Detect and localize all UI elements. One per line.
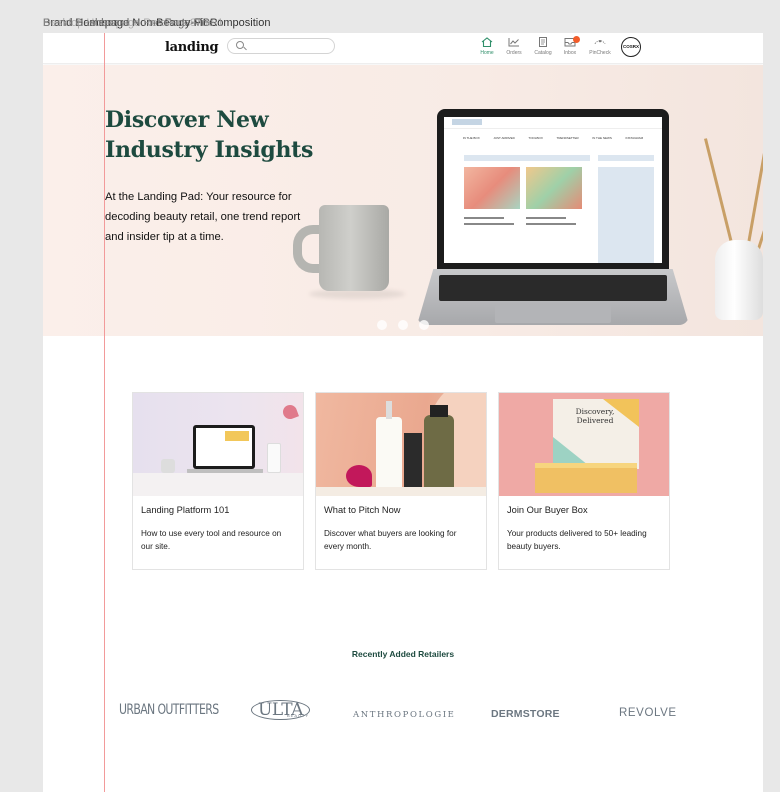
laptop-image: IN THE BOX JUST ARRIVED TOOLBOX TRENDSET… (417, 109, 689, 329)
nav-label-inbox: Inbox (563, 50, 577, 56)
search-input[interactable] (227, 38, 335, 54)
retailer-logo-revolve[interactable]: REVOLVE (619, 707, 677, 719)
card-title: Landing Platform 101 (141, 505, 230, 515)
retailer-logo-anthropologie[interactable]: ANTHROPOLOGIE (353, 710, 455, 720)
landing-logo[interactable]: landing (165, 40, 219, 55)
card-image: Discovery, Delivered (499, 393, 669, 496)
card-description: Discover what buyers are looking for eve… (324, 529, 457, 551)
nav-item-inbox[interactable]: Inbox (555, 36, 585, 56)
retailer-logo-dermstore[interactable]: DERMSTORE (491, 708, 560, 720)
frame-label-3[interactable]: Desktop Homepage Retailers Slide 1 (43, 17, 223, 29)
nav-item-orders[interactable]: Orders (499, 37, 529, 56)
hero-title: Discover New Industry Insights (105, 107, 314, 163)
card-join-our-buyer-box[interactable]: Discovery, Delivered Join Our Buyer Box … (498, 392, 670, 570)
nav-item-catalog[interactable]: Catalog (528, 37, 558, 56)
nav-item-pincheck[interactable]: PinCheck (585, 37, 615, 56)
catalog-icon (539, 37, 547, 47)
hero-subtitle: At the Landing Pad: Your resource for de… (105, 191, 301, 243)
nav-item-home[interactable]: Home (472, 37, 502, 56)
avatar[interactable]: COSRX (621, 37, 641, 57)
card-title: Join Our Buyer Box (507, 505, 588, 515)
mug-image (293, 205, 405, 301)
top-nav: landing Home Orders Catalog Inbox PinChe… (43, 33, 763, 64)
laptop-screen-nav: IN THE BOX JUST ARRIVED TOOLBOX TRENDSET… (462, 136, 644, 140)
search-icon (236, 41, 244, 49)
box-text: Discovery, Delivered (575, 407, 615, 425)
pincheck-icon (594, 39, 606, 45)
card-description: Your products delivered to 50+ leading b… (507, 529, 647, 551)
retailer-logo-urban-outfitters[interactable]: URBAN OUTFITTERS (119, 702, 219, 718)
card-what-to-pitch-now[interactable]: What to Pitch Now Discover what buyers a… (315, 392, 487, 570)
diffuser-vase (715, 240, 763, 320)
chart-icon (508, 38, 519, 47)
card-description: How to use every tool and resource on ou… (141, 529, 282, 551)
reed-stick (704, 138, 736, 256)
nav-label-home: Home (480, 50, 494, 56)
retailer-logo-ulta[interactable]: ULTA BEAUTY (251, 700, 310, 720)
card-image (133, 393, 303, 496)
notification-badge (573, 36, 580, 43)
homepage-frame: landing Home Orders Catalog Inbox PinChe… (43, 33, 763, 792)
card-landing-platform-101[interactable]: Landing Platform 101 How to use every to… (132, 392, 304, 570)
nav-label-catalog: Catalog (534, 50, 552, 56)
layout-guide-line (104, 33, 105, 792)
carousel-dot-1[interactable] (377, 320, 387, 330)
card-image (316, 393, 486, 496)
carousel-dot-2[interactable] (398, 320, 408, 330)
nav-label-pincheck: PinCheck (589, 50, 611, 56)
carousel-dot-3[interactable] (419, 320, 429, 330)
nav-label-orders: Orders (506, 50, 522, 56)
laptop-screen: IN THE BOX JUST ARRIVED TOOLBOX TRENDSET… (444, 117, 662, 263)
card-title: What to Pitch Now (324, 505, 401, 515)
hero-banner: Discover New Industry Insights At the La… (43, 65, 763, 336)
home-icon (481, 37, 493, 47)
retailers-heading: Recently Added Retailers (351, 649, 455, 659)
